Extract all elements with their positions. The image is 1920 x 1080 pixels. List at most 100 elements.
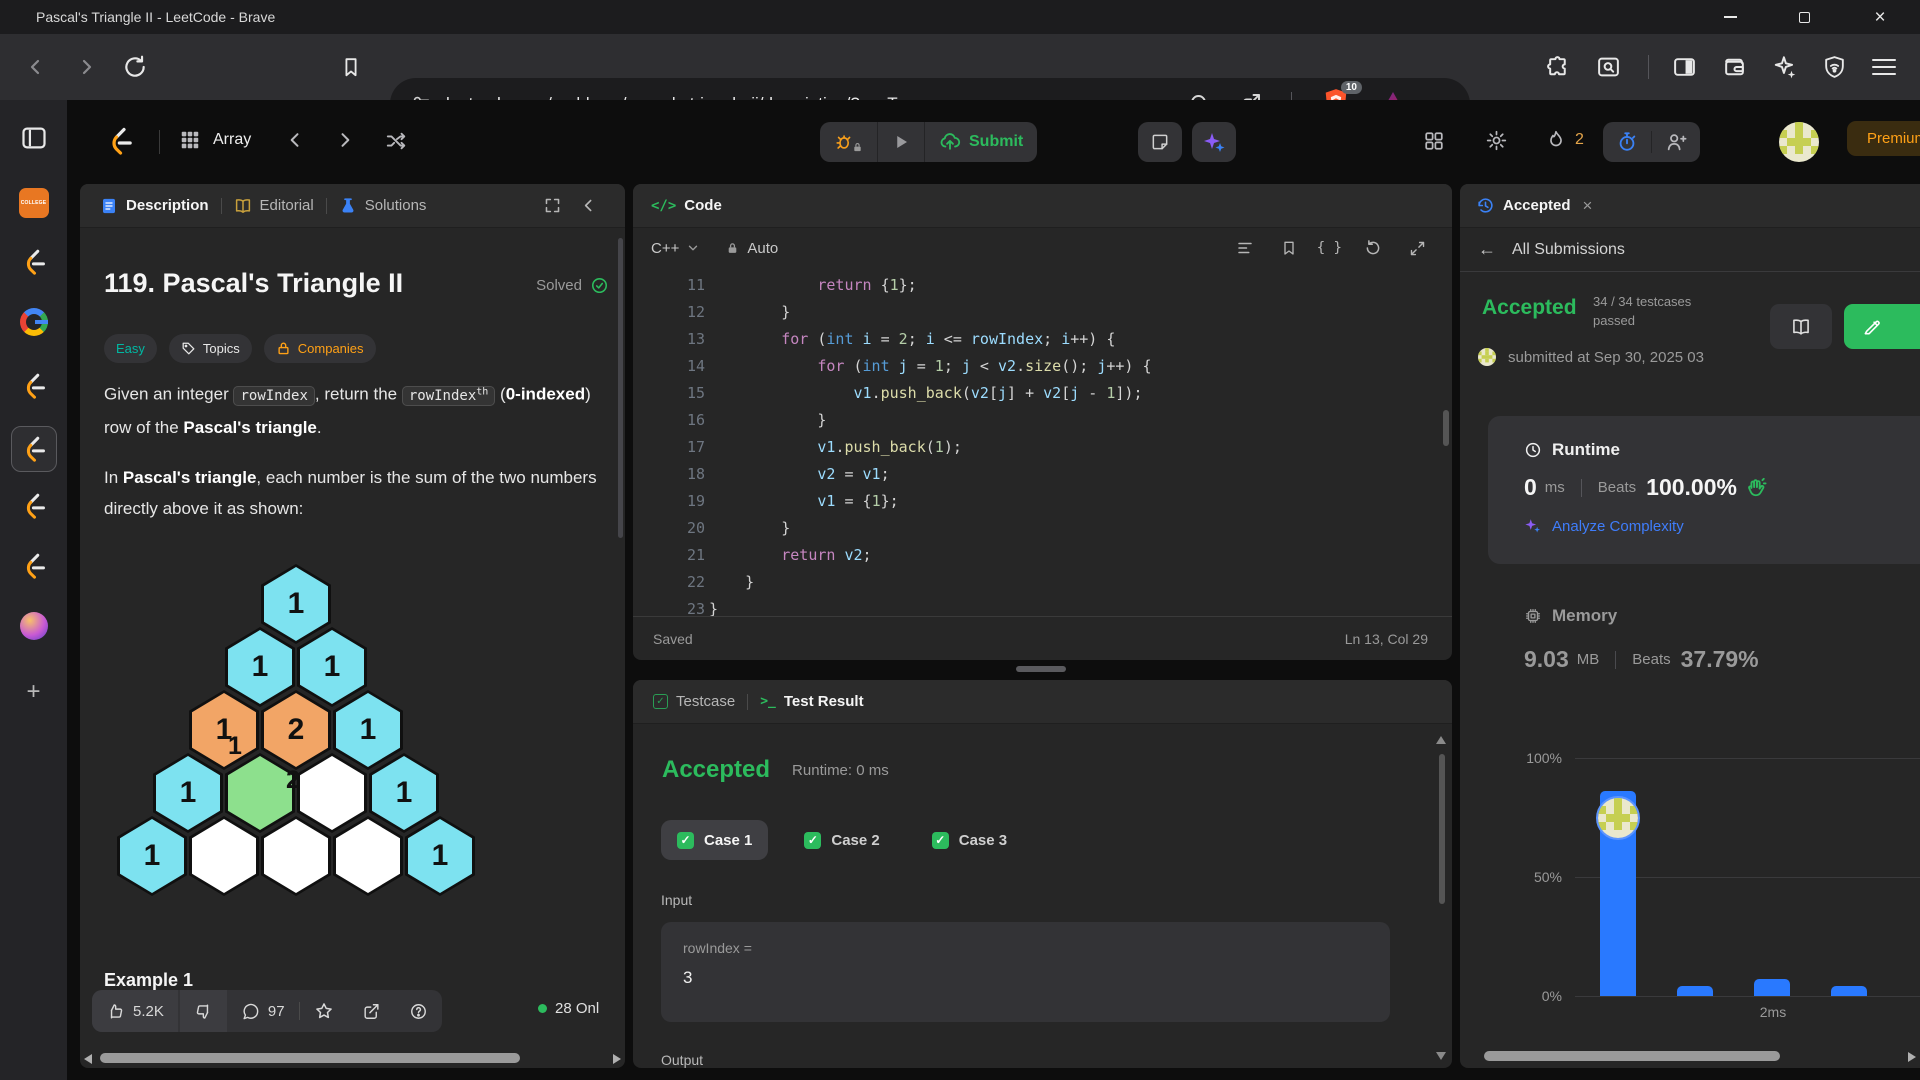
scrollbar-thumb[interactable]	[1484, 1051, 1780, 1061]
brackets-icon[interactable]: { }	[1317, 240, 1342, 256]
comments-button[interactable]: 97	[227, 1002, 299, 1021]
submission-horizontal-scrollbar[interactable]	[1460, 1050, 1920, 1064]
tab-test-result[interactable]: >_ Test Result	[760, 693, 863, 710]
code-line[interactable]: 20 }	[633, 515, 1442, 542]
scroll-down-arrow[interactable]	[1436, 1052, 1446, 1060]
code-line[interactable]: 15 v1.push_back(v2[j] + v2[j - 1]);	[633, 380, 1442, 407]
analyze-complexity-link[interactable]: Analyze Complexity	[1524, 517, 1920, 535]
code-line[interactable]: 13 for (int i = 2; i <= rowIndex; i++) {	[633, 326, 1442, 353]
horizontal-scrollbar[interactable]	[80, 1052, 625, 1066]
back-icon[interactable]	[24, 55, 48, 79]
scrollbar-thumb[interactable]	[100, 1053, 520, 1063]
leetcode-logo-icon[interactable]	[105, 126, 135, 156]
solution-button[interactable]	[1844, 304, 1920, 349]
topics-button[interactable]: Topics	[168, 334, 252, 363]
memory-header[interactable]: Memory	[1524, 606, 1617, 626]
pinned-site-college-icon[interactable]: COLLEGE	[18, 188, 49, 218]
difficulty-badge[interactable]: Easy	[104, 334, 157, 363]
forward-icon[interactable]	[74, 55, 98, 79]
case-chip[interactable]: ✓ Case 3	[916, 820, 1023, 860]
submit-button[interactable]: Submit	[925, 122, 1037, 162]
leo-ai-icon[interactable]	[1772, 54, 1798, 80]
add-pinned-site-button[interactable]: +	[26, 678, 40, 706]
scroll-right-arrow[interactable]	[1908, 1052, 1916, 1062]
menu-icon[interactable]	[1872, 54, 1896, 80]
pinned-site-google-icon[interactable]	[19, 308, 48, 336]
tab-testcase[interactable]: ✓ Testcase	[653, 693, 735, 710]
tab-solutions[interactable]: Solutions	[339, 197, 426, 215]
random-problem-icon[interactable]	[385, 130, 407, 152]
user-avatar[interactable]	[1779, 122, 1819, 162]
back-arrow-icon[interactable]: ←	[1478, 239, 1496, 260]
companies-button[interactable]: Companies	[263, 334, 376, 363]
code-line[interactable]: 21 return v2;	[633, 542, 1442, 569]
maximize-button[interactable]	[1781, 0, 1827, 34]
layout-icon[interactable]	[1423, 130, 1445, 152]
scroll-up-arrow[interactable]	[1436, 736, 1446, 744]
problem-list-button[interactable]: Array	[179, 122, 251, 158]
code-line[interactable]: 18 v2 = v1;	[633, 461, 1442, 488]
runtime-bar[interactable]	[1754, 979, 1790, 996]
language-selector[interactable]: C++	[651, 240, 700, 257]
autocomplete-toggle[interactable]: Auto	[726, 240, 778, 257]
runtime-bar[interactable]	[1677, 986, 1713, 996]
reset-code-icon[interactable]	[1364, 239, 1382, 257]
add-collaborator-icon[interactable]	[1652, 131, 1700, 153]
collapse-panel-icon[interactable]	[580, 197, 597, 214]
expand-panel-icon[interactable]	[544, 197, 561, 214]
dislike-button[interactable]	[179, 990, 227, 1032]
code-line[interactable]: 19 v1 = {1};	[633, 488, 1442, 515]
wallet-icon[interactable]	[1722, 55, 1747, 80]
editor-scrollbar-thumb[interactable]	[1443, 410, 1449, 446]
pinned-site-leetcode-icon[interactable]	[20, 248, 48, 276]
code-line[interactable]: 14 for (int j = 1; j < v2.size(); j++) {	[633, 353, 1442, 380]
search-tab-icon[interactable]	[1596, 55, 1621, 80]
code-line[interactable]: 22 }	[633, 569, 1442, 596]
code-line[interactable]: 17 v1.push_back(1);	[633, 434, 1442, 461]
panel-resize-handle[interactable]	[1016, 666, 1066, 672]
case-chip[interactable]: ✓ Case 1	[661, 820, 769, 860]
code-line[interactable]: 16 }	[633, 407, 1442, 434]
ai-assistant-icon[interactable]	[1192, 122, 1236, 162]
runtime-bar[interactable]	[1831, 986, 1867, 996]
bookmark-code-icon[interactable]	[1281, 239, 1297, 257]
close-button[interactable]: ×	[1857, 0, 1903, 34]
pinned-site-leetcode-icon[interactable]	[20, 372, 48, 400]
like-button[interactable]: 5.2K	[92, 990, 178, 1032]
share-problem-icon[interactable]	[348, 1002, 395, 1021]
code-line[interactable]: 23}	[633, 596, 1442, 616]
feedback-help-icon[interactable]	[395, 1002, 442, 1021]
next-problem-icon[interactable]	[335, 130, 355, 150]
vpn-shield-icon[interactable]	[1822, 55, 1847, 80]
tab-editorial[interactable]: Editorial	[234, 197, 314, 215]
view-report-button[interactable]	[1770, 304, 1832, 349]
case-chip[interactable]: ✓ Case 2	[788, 820, 895, 860]
timer-icon[interactable]	[1603, 131, 1652, 153]
bookmark-icon[interactable]	[340, 54, 362, 80]
scroll-left-arrow[interactable]	[84, 1054, 92, 1064]
run-button[interactable]	[878, 122, 925, 162]
extensions-icon[interactable]	[1546, 55, 1571, 80]
input-box[interactable]: rowIndex = 3	[661, 922, 1390, 1022]
debug-button[interactable]	[820, 122, 878, 162]
sidebar-panel-toggle-icon[interactable]	[20, 124, 48, 152]
pinned-site-leetcode-icon[interactable]	[20, 492, 48, 520]
close-tab-icon[interactable]: ×	[1583, 196, 1593, 216]
sidebar-toggle-icon[interactable]	[1672, 55, 1697, 80]
code-editor[interactable]: 11 return {1}; 12 } 13 for (int i = 2; i <…	[633, 272, 1442, 616]
tab-description[interactable]: Description	[100, 197, 209, 215]
premium-button[interactable]: Premium	[1847, 121, 1920, 156]
runtime-card[interactable]: Runtime 0 ms Beats 100.00% Analyze Compl…	[1488, 416, 1920, 564]
pinned-site-leetcode-active-icon[interactable]	[10, 426, 57, 472]
testcase-scrollbar-thumb[interactable]	[1439, 754, 1445, 904]
format-code-icon[interactable]	[1236, 239, 1254, 257]
vertical-scrollbar[interactable]	[618, 238, 623, 538]
my-submission-marker[interactable]	[1596, 796, 1640, 840]
code-line[interactable]: 12 }	[633, 299, 1442, 326]
notes-button[interactable]	[1138, 122, 1182, 162]
pinned-site-sphere-icon[interactable]	[19, 612, 48, 640]
code-line[interactable]: 11 return {1};	[633, 272, 1442, 299]
pinned-site-leetcode-icon[interactable]	[20, 552, 48, 580]
favorite-star-icon[interactable]	[300, 1001, 348, 1021]
minimize-button[interactable]	[1707, 0, 1753, 34]
